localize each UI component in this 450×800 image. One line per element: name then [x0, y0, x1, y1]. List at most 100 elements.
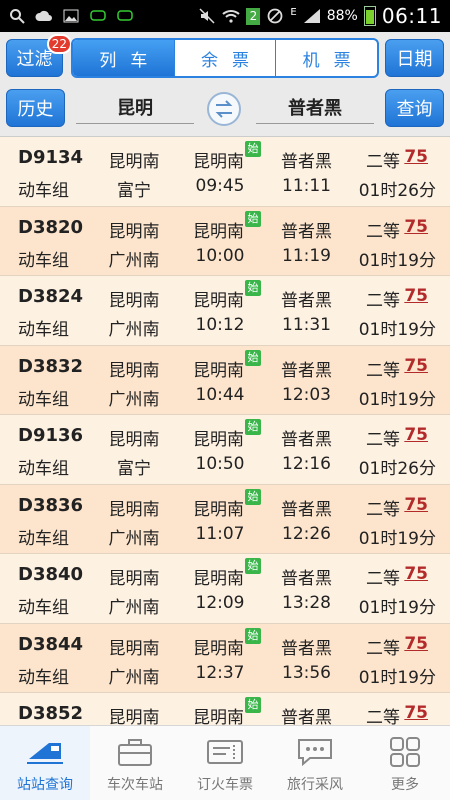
arrival-station: 普者黑 [281, 569, 332, 589]
origin-station: 广州南 [108, 250, 160, 271]
train-row[interactable]: D3836 动车组 昆明南 广州南 昆明南始 11:07 普者黑 12:26 二… [0, 484, 450, 554]
price-link[interactable]: 75 [404, 286, 428, 306]
arrival-station: 普者黑 [281, 291, 332, 311]
seat-class: 二等 [366, 708, 400, 725]
from-station: 昆明南 [108, 291, 160, 311]
price-link[interactable]: 75 [404, 147, 428, 167]
departure-time: 10:44 [195, 384, 245, 405]
price-link[interactable]: 75 [404, 634, 428, 654]
from-station: 昆明南 [108, 430, 160, 450]
tab-book-ticket[interactable]: 订火车票 [180, 726, 270, 800]
from-station: 昆明南 [108, 499, 160, 520]
date-button[interactable]: 日期 [385, 39, 444, 77]
train-type: 动车组 [18, 598, 69, 618]
start-badge: 始 [245, 627, 261, 644]
search-icon [8, 8, 26, 24]
duration: 01时19分 [358, 667, 436, 688]
swap-icon[interactable] [207, 92, 241, 126]
start-badge: 始 [245, 210, 261, 227]
blocked-icon [266, 8, 284, 24]
arrival-station: 普者黑 [281, 152, 332, 172]
train-row[interactable]: D3824 动车组 昆明南 广州南 昆明南始 10:12 普者黑 11:31 二… [0, 276, 450, 346]
briefcase-icon [115, 736, 155, 768]
start-badge: 始 [245, 558, 261, 574]
train-row[interactable]: D9134 动车组 昆明南 富宁 昆明南始 09:45 普者黑 11:11 二等… [0, 137, 450, 207]
tab-label: 旅行采风 [287, 777, 343, 793]
train-row[interactable]: D3820 动车组 昆明南 广州南 昆明南始 10:00 普者黑 11:19 二… [0, 206, 450, 276]
tab-label: 站站查询 [17, 777, 73, 793]
train-icon [25, 736, 65, 768]
from-city-field[interactable]: 昆明 [76, 90, 194, 124]
departure-station: 昆明南始 [193, 141, 261, 172]
arrival-time: 12:16 [282, 454, 331, 474]
from-station: 昆明南 [108, 360, 160, 381]
train-type: 动车组 [18, 667, 69, 688]
filter-button[interactable]: 过滤 22 [6, 34, 72, 77]
from-station: 昆明南 [108, 638, 160, 659]
tab-train[interactable]: 列车 [73, 40, 174, 76]
price-link[interactable]: 75 [404, 217, 428, 237]
departure-time: 11:07 [195, 523, 245, 544]
price-link[interactable]: 75 [404, 564, 428, 584]
arrival-time: 12:26 [282, 523, 331, 544]
filter-button-label: 过滤 [16, 49, 53, 70]
arrival-station: 普者黑 [281, 708, 332, 725]
departure-station: 昆明南始 [193, 627, 261, 659]
train-type: 动车组 [18, 250, 69, 271]
train-type: 动车组 [18, 459, 69, 479]
tab-flights[interactable]: 机票 [275, 40, 377, 76]
train-row[interactable]: D3840 动车组 昆明南 广州南 昆明南始 12:09 普者黑 13:28 二… [0, 554, 450, 624]
start-badge: 始 [245, 697, 261, 713]
tab-label: 更多 [391, 777, 419, 793]
price-link[interactable]: 75 [404, 425, 428, 445]
ticket-icon [205, 736, 245, 768]
origin-station: 富宁 [117, 181, 151, 201]
tab-more[interactable]: 更多 [360, 726, 450, 800]
arrival-station: 普者黑 [281, 360, 332, 381]
train-row[interactable]: D9136 动车组 昆明南 富宁 昆明南始 10:50 普者黑 12:16 二等… [0, 415, 450, 485]
train-number: D3832 [18, 355, 84, 377]
arrival-station: 普者黑 [281, 638, 332, 659]
cloud-icon [35, 8, 53, 24]
search-button[interactable]: 查询 [385, 89, 444, 127]
departure-station: 昆明南始 [193, 558, 261, 589]
price-link[interactable]: 75 [404, 356, 428, 376]
price-link[interactable]: 75 [404, 495, 428, 515]
clock: 06:11 [381, 4, 442, 28]
price-link[interactable]: 75 [404, 703, 428, 723]
train-type: 动车组 [18, 181, 69, 201]
departure-time: 09:45 [195, 176, 245, 196]
departure-time: 10:00 [195, 245, 245, 266]
duration: 01时26分 [358, 181, 436, 201]
filter-count-badge: 22 [46, 34, 72, 54]
from-station: 昆明南 [108, 152, 160, 172]
chat-bubble-icon [295, 736, 335, 768]
tab-travel[interactable]: 旅行采风 [270, 726, 360, 800]
train-number: D3852 [18, 703, 84, 724]
train-row[interactable]: D3844 动车组 昆明南 广州南 昆明南始 12:37 普者黑 13:56 二… [0, 623, 450, 693]
departure-station: 昆明南始 [193, 697, 261, 725]
tab-label: 车次车站 [107, 777, 163, 793]
to-city-field[interactable]: 普者黑 [256, 90, 374, 124]
arrival-time: 13:56 [282, 662, 331, 683]
tab-station-search[interactable]: 站站查询 [0, 726, 90, 800]
from-station: 昆明南 [108, 569, 160, 589]
history-button[interactable]: 历史 [6, 89, 65, 127]
duration: 01时19分 [358, 598, 436, 618]
train-type: 动车组 [18, 320, 69, 340]
train-number: D3820 [18, 216, 84, 238]
search-header: 过滤 22 列车 余票 机票 日期 历史 昆明 普者黑 查询 [0, 32, 450, 137]
arrival-station: 普者黑 [281, 221, 332, 242]
tab-remaining-tickets[interactable]: 余票 [173, 40, 276, 76]
tab-train-station[interactable]: 车次车站 [90, 726, 180, 800]
train-row[interactable]: D3832 动车组 昆明南 广州南 昆明南始 10:44 普者黑 12:03 二… [0, 345, 450, 415]
train-number: D3844 [18, 633, 84, 655]
train-list: D9134 动车组 昆明南 富宁 昆明南始 09:45 普者黑 11:11 二等… [0, 137, 450, 725]
sim-badge: 2 [246, 7, 261, 25]
train-row[interactable]: D3852 昆明南 昆明南始 普者黑 二等 75 [0, 693, 450, 725]
origin-station: 富宁 [117, 459, 151, 479]
duration: 01时26分 [358, 459, 436, 479]
origin-station: 广州南 [108, 598, 160, 618]
departure-station: 昆明南始 [193, 419, 261, 450]
origin-station: 广州南 [108, 320, 160, 340]
